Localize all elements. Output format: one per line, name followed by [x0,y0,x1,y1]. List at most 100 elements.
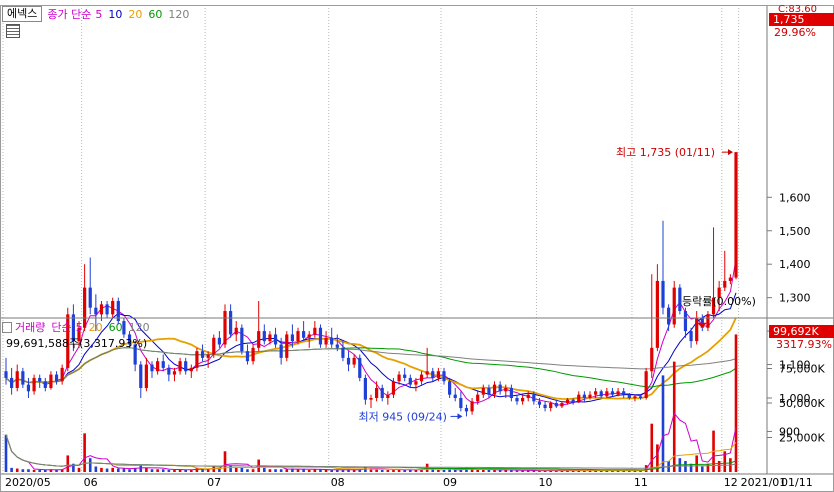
volume-bar [15,468,19,472]
volume-bar [476,469,479,472]
candle-body [464,408,469,412]
volume-bar [32,469,36,472]
candle-body [144,364,148,388]
candle-body [156,361,160,372]
current-change-label: 29.96% [774,26,816,39]
date-axis-ticks: 2020/05 06 07 08 09 10 11 12 2021/0101/11 [5,476,813,489]
candle-body [667,307,671,325]
volume-tick-label: 75,000K [779,363,825,376]
candle-body [481,387,485,395]
candle-body [706,314,710,328]
candle-body [4,371,8,378]
symbol-button[interactable]: 에넥스 [2,6,43,22]
candle-body [644,371,648,398]
volume-bar [386,469,390,472]
candle-body [346,357,351,365]
volume-ma-period-60: 60 [108,320,123,334]
stock-chart: 1,6001,5001,4001,3001,2001,1001,000900 7… [0,5,834,492]
volume-bar [285,469,289,472]
candle-body [442,371,446,382]
candle-body [150,364,154,372]
volume-bar [330,469,333,472]
current-volume-badge: 99,692K [769,325,834,338]
ma-period-20: 20 [128,7,143,21]
volume-ma-type-label: 단순 [51,321,72,334]
candle-body [577,394,581,402]
candle-body [683,311,688,332]
candle-body [375,387,379,398]
volume-bar [482,469,485,472]
candle-body [594,391,598,395]
candle-body [459,398,463,409]
candle-body [532,394,536,402]
volume-bar [44,469,47,472]
candle-body [734,152,738,278]
volume-bar [4,434,8,472]
candle-body [43,381,47,388]
candle-body [273,334,278,345]
candle-body [335,344,339,348]
candle-body [60,367,64,382]
candle-body [234,327,238,335]
volume-bar [100,467,103,472]
volume-ma-period-5: 5 [75,320,83,334]
candle-body [638,396,643,398]
candle-body [99,304,104,315]
candle-body [509,387,513,398]
volume-bar [403,469,406,472]
volume-bar [240,467,244,472]
candle-body [728,277,732,281]
candle-body [88,287,92,308]
candle-body [229,311,233,335]
volume-bar [442,469,446,472]
candle-body [521,398,525,402]
ma-line-120 [5,347,737,384]
volume-bar [380,469,384,472]
candle-body [358,357,362,378]
candle-body [189,367,193,372]
volume-bar [263,467,266,472]
volume-bar [150,469,154,472]
candle-body [161,361,165,368]
candle-body [515,398,519,402]
volume-bar [139,465,143,472]
volume-bar [453,469,457,472]
change-rate-annotation: 등락률(0.00%) [682,295,756,308]
candle-body [627,394,631,398]
candle-body [403,374,407,378]
price-tick-label: 1,300 [779,292,811,305]
candle-body [38,377,42,382]
volume-ma-line-20 [5,434,737,472]
candle-body [605,391,609,397]
candle-body [307,334,311,338]
volume-bar [94,466,98,472]
volume-bar [437,469,440,472]
volume-bar [111,467,114,472]
volume-tick-label: 50,000K [779,397,825,410]
candle-body [240,327,244,352]
candle-body [324,337,328,345]
candle-body [352,357,356,365]
candle-body [723,280,727,288]
candle-body [302,331,306,338]
volume-bar [161,469,165,472]
candle-body [195,351,199,368]
volume-bar [650,423,654,472]
candle-body [111,300,115,315]
candle-body [498,384,502,392]
volume-bar [105,468,109,472]
date-tick-label: 01/11 [781,476,813,489]
candle-body [54,374,59,382]
volume-icon [2,321,12,333]
grid-toggle-icon[interactable] [6,24,20,38]
candle-body [476,394,480,402]
date-tick-label: 10 [538,476,552,489]
ma-period-60: 60 [148,7,163,21]
date-tick-label: 07 [207,476,221,489]
candle-body [588,394,592,398]
candle-body [599,391,603,397]
volume-bar [145,467,148,472]
volume-bar [409,469,412,472]
volume-bar [128,469,131,472]
candle-body [633,396,637,398]
